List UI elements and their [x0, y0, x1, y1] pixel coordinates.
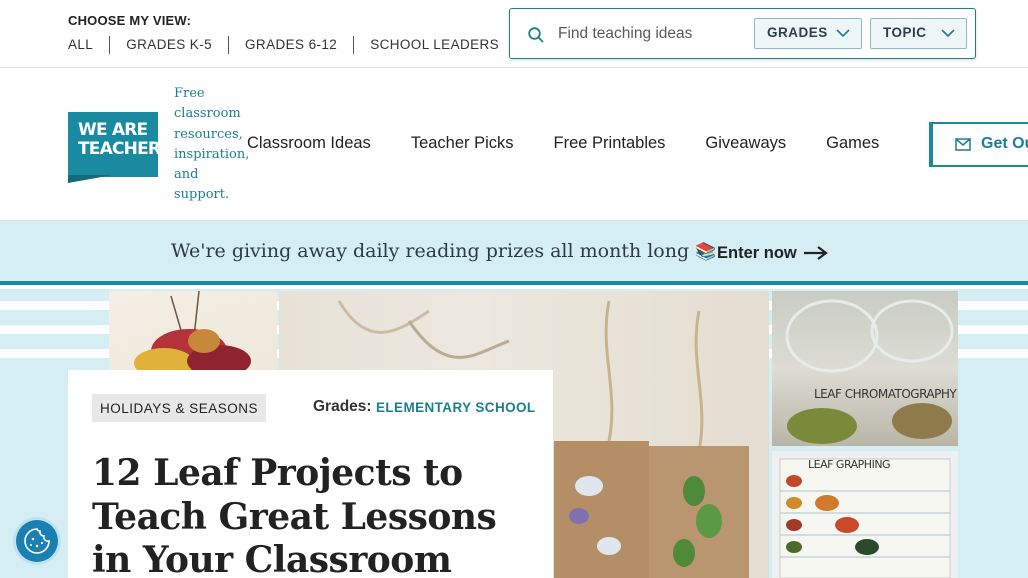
chromatography-caption: LEAF CHROMATOGRAPHY — [814, 387, 957, 401]
category-badge[interactable]: HOLIDAYS & SEASONS — [92, 394, 267, 422]
logo-line-2: TEACHERS — [78, 139, 172, 159]
grades-link[interactable]: ELEMENTARY SCHOOL — [376, 400, 536, 415]
search-box: GRADES TOPIC — [509, 8, 976, 59]
newsletter-button-label: Get Our — [981, 135, 1028, 152]
article-card: HOLIDAYS & SEASONS Grades: ELEMENTARY SC… — [68, 370, 553, 578]
promo-banner: We're giving away daily reading prizes a… — [0, 221, 1028, 285]
site-tagline: Free classroom resources, inspiration, a… — [174, 86, 250, 203]
search-input[interactable] — [558, 21, 748, 47]
view-link-all[interactable]: ALL — [68, 36, 109, 54]
arrow-right-icon[interactable] — [803, 246, 829, 260]
chevron-down-icon — [836, 29, 850, 38]
nav-teacher-picks[interactable]: Teacher Picks — [411, 134, 514, 153]
nav-classroom-ideas[interactable]: Classroom Ideas — [247, 134, 371, 153]
article-title: 12 Leaf Projects to Teach Great Lessons … — [92, 452, 497, 578]
hero-image-chromatography: LEAF CHROMATOGRAPHY — [772, 291, 958, 446]
cookie-icon — [24, 528, 50, 554]
nav-giveaways[interactable]: Giveaways — [705, 134, 786, 153]
view-link-grades-k5[interactable]: GRADES K-5 — [109, 36, 228, 54]
view-link-grades-6-12[interactable]: GRADES 6-12 — [228, 36, 353, 54]
site-logo[interactable]: WE ARE TEACHERS — [68, 112, 172, 177]
view-links: ALL GRADES K-5 GRADES 6-12 SCHOOL LEADER… — [68, 36, 515, 54]
chevron-down-icon — [941, 29, 955, 38]
grades-label: Grades: — [313, 398, 372, 415]
main-nav: Classroom Ideas Teacher Picks Free Print… — [247, 134, 919, 153]
view-link-school-leaders[interactable]: SCHOOL LEADERS — [353, 36, 515, 54]
grades-dropdown-label: GRADES — [767, 25, 828, 40]
promo-text: We're giving away daily reading prizes a… — [171, 240, 716, 262]
newsletter-button[interactable]: Get Our — [929, 122, 1028, 167]
logo-tail — [68, 175, 113, 183]
enter-now-link[interactable]: Enter now — [717, 244, 797, 263]
promo-message: We're giving away daily reading prizes a… — [171, 240, 690, 262]
nav-free-printables[interactable]: Free Printables — [554, 134, 666, 153]
hero-image-graphing: LEAF GRAPHING — [772, 451, 958, 578]
grades-dropdown[interactable]: GRADES — [754, 18, 862, 49]
graphing-caption: LEAF GRAPHING — [808, 458, 891, 471]
nav-games[interactable]: Games — [826, 134, 879, 153]
topic-dropdown[interactable]: TOPIC — [870, 18, 967, 49]
topic-dropdown-label: TOPIC — [883, 25, 927, 40]
logo-line-1: WE ARE — [78, 120, 148, 140]
envelope-icon — [955, 138, 971, 151]
chromatography-photo — [785, 299, 954, 444]
choose-view-title: CHOOSE MY VIEW: — [68, 13, 192, 28]
cookie-settings-button[interactable] — [16, 520, 58, 562]
site-header: WE ARE TEACHERS Free classroom resources… — [0, 68, 1028, 221]
view-selector-bar: CHOOSE MY VIEW: ALL GRADES K-5 GRADES 6-… — [0, 0, 1028, 68]
books-emoji: 📚 — [695, 242, 717, 262]
search-icon[interactable] — [527, 26, 545, 44]
